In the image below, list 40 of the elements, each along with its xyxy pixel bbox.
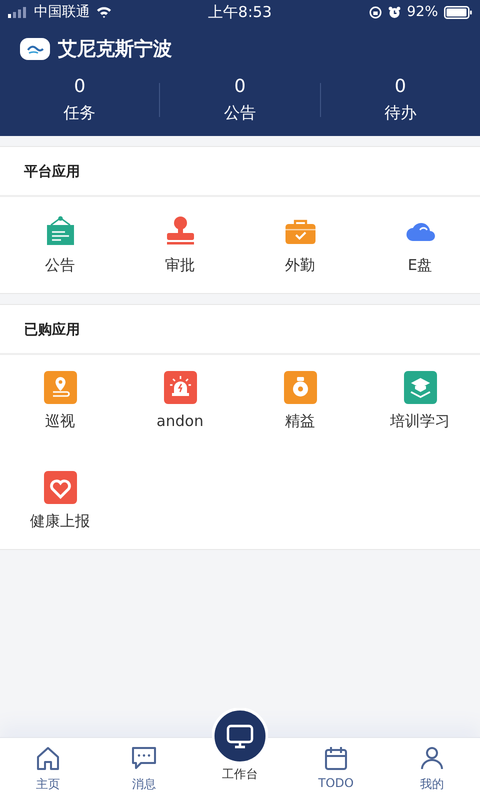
company-title: 艾尼克斯宁波 [58,37,172,62]
pin-icon [44,371,76,404]
section-title: 平台应用 [24,164,80,180]
app-shortcut[interactable]: 健康上报 [0,471,120,531]
rotation-lock-icon [368,6,382,18]
tab[interactable]: 工作台 [192,708,288,800]
tab[interactable]: 消息 [96,738,192,800]
tab[interactable]: 我的 [384,738,480,800]
weight-icon [284,371,316,404]
battery-percent: 92% [406,4,438,20]
app-shortcut[interactable]: 审批 [120,215,240,275]
logo-icon [20,38,50,60]
cap-icon [404,371,436,404]
person-icon [418,744,446,772]
alarm-icon [388,6,401,18]
wifi-icon [96,6,112,18]
tab[interactable]: TODO [288,738,384,800]
app-shortcut[interactable]: andon [120,371,240,431]
battery-icon [444,6,472,18]
chat-bubble-icon [130,744,158,772]
carrier-name: 中国联通 [34,3,90,21]
app-shortcut[interactable]: 外勤 [240,215,360,275]
alarm-icon [164,371,196,404]
section-title: 已购应用 [24,322,80,338]
calendar-icon [322,744,350,772]
stat-count[interactable]: 0 [234,76,246,97]
app-shortcut[interactable]: 公告 [0,215,120,275]
app-shortcut[interactable]: 精益 [240,371,360,431]
stat-label[interactable]: 任务 [64,103,96,124]
status-time: 上午8:53 [208,2,272,22]
stat-label[interactable]: 公告 [224,103,256,124]
app-shortcut[interactable]: 巡视 [0,371,120,431]
home-icon [34,744,62,772]
tab[interactable]: 主页 [0,738,96,800]
app-shortcut[interactable]: 培训学习 [360,371,480,431]
stat-count[interactable]: 0 [74,76,86,97]
stat-count[interactable]: 0 [394,76,406,97]
signal-icon [8,6,28,18]
stat-label[interactable]: 待办 [384,103,416,124]
app-shortcut[interactable]: E盘 [360,215,480,275]
